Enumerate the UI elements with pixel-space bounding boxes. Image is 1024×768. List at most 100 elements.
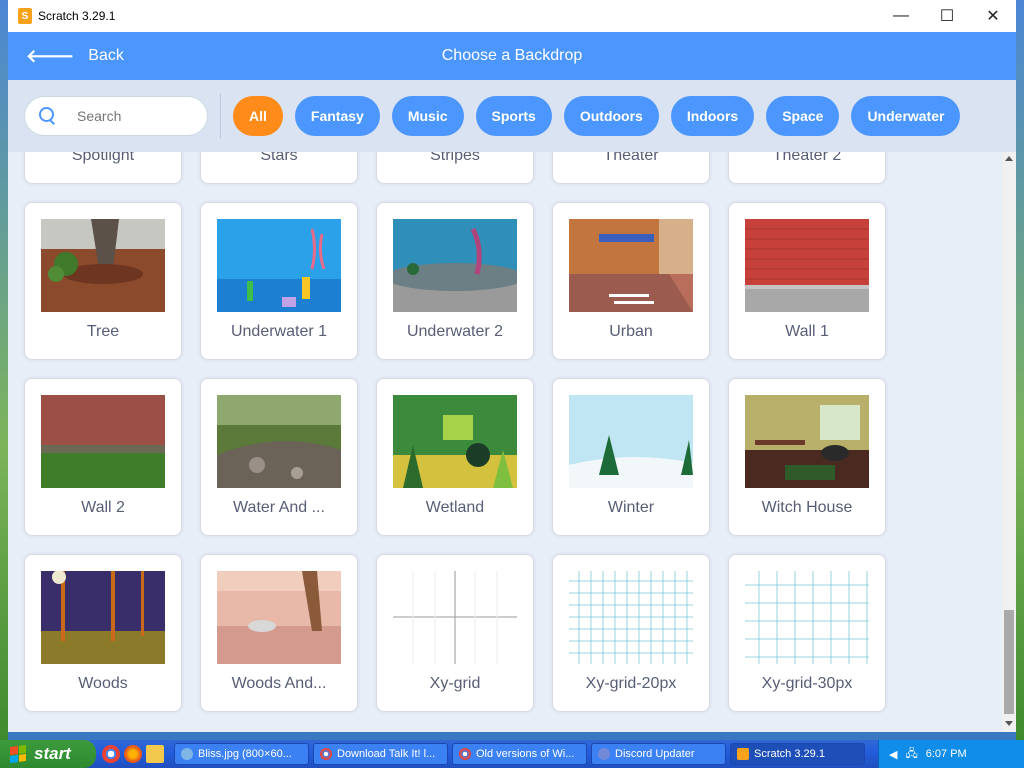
tag-underwater[interactable]: Underwater	[851, 96, 961, 136]
backdrop-card-underwater-2[interactable]: Underwater 2	[376, 202, 534, 360]
backdrop-thumbnail	[393, 571, 517, 664]
firefox-icon[interactable]	[124, 745, 142, 763]
backdrop-thumbnail	[393, 219, 517, 312]
backdrop-thumbnail	[745, 395, 869, 488]
backdrop-thumbnail	[41, 219, 165, 312]
backdrop-card-xy-grid-20px[interactable]: Xy-grid-20px	[552, 554, 710, 712]
window-title: Scratch 3.29.1	[38, 9, 116, 23]
task-label: Download Talk It! l...	[337, 748, 436, 760]
backdrop-thumbnail	[41, 395, 165, 488]
chrome-icon	[320, 748, 332, 760]
scratch-window: S Scratch 3.29.1 — ☐ ✕ 🡐 Back Choose a B…	[8, 0, 1016, 732]
backdrop-card-spotlight[interactable]: Spotlight	[24, 152, 182, 184]
backdrop-label: Urban	[609, 323, 653, 340]
library-title: Choose a Backdrop	[441, 47, 583, 64]
window-controls: — ☐ ✕	[878, 0, 1016, 32]
backdrop-card-water-and-rocks[interactable]: Water And ...	[200, 378, 358, 536]
tag-indoors[interactable]: Indoors	[670, 96, 755, 136]
backdrop-card-stripes[interactable]: Stripes	[376, 152, 534, 184]
backdrop-card-urban[interactable]: Urban	[552, 202, 710, 360]
backdrop-thumbnail	[41, 571, 165, 664]
search-input[interactable]	[77, 108, 187, 124]
start-label: start	[34, 744, 71, 763]
backdrop-thumbnail	[393, 395, 517, 488]
backdrop-card-wall-2[interactable]: Wall 2	[24, 378, 182, 536]
backdrop-card-witch-house[interactable]: Witch House	[728, 378, 886, 536]
back-button[interactable]: 🡐 Back	[8, 46, 124, 67]
tag-all[interactable]: All	[233, 96, 283, 136]
task-bliss[interactable]: Bliss.jpg (800×60...	[174, 743, 309, 765]
backdrop-card-tree[interactable]: Tree	[24, 202, 182, 360]
close-button[interactable]: ✕	[970, 0, 1016, 32]
backdrop-card-wetland[interactable]: Wetland	[376, 378, 534, 536]
backdrop-thumbnail	[217, 219, 341, 312]
backdrop-card-theater-2[interactable]: Theater 2	[728, 152, 886, 184]
task-discord-updater[interactable]: Discord Updater	[591, 743, 726, 765]
backdrop-label: Wall 2	[81, 499, 125, 516]
backdrop-card-xy-grid-30px[interactable]: Xy-grid-30px	[728, 554, 886, 712]
system-tray: ◀ 🖧 6:07 PM	[878, 740, 1024, 768]
tag-space[interactable]: Space	[766, 96, 840, 136]
scratch-icon	[737, 748, 749, 760]
backdrop-label: Xy-grid	[429, 675, 481, 692]
tag-sports[interactable]: Sports	[475, 96, 552, 136]
backdrop-label: Water And ...	[233, 499, 325, 516]
search-box[interactable]	[24, 96, 208, 136]
tag-music[interactable]: Music	[391, 96, 464, 136]
backdrop-card-woods[interactable]: Woods	[24, 554, 182, 712]
backdrop-card-underwater-1[interactable]: Underwater 1	[200, 202, 358, 360]
backdrop-card-stars[interactable]: Stars	[200, 152, 358, 184]
scroll-thumb[interactable]	[1004, 610, 1014, 714]
backdrop-label: Woods And...	[231, 675, 327, 692]
backdrop-card-wall-1[interactable]: Wall 1	[728, 202, 886, 360]
backdrop-card-winter[interactable]: Winter	[552, 378, 710, 536]
backdrop-label: Woods	[78, 675, 128, 692]
backdrop-card-xy-grid[interactable]: Xy-grid	[376, 554, 534, 712]
backdrop-label: Underwater 1	[230, 323, 328, 340]
task-download-talk-it[interactable]: Download Talk It! l...	[313, 743, 448, 765]
backdrop-card-woods-and-bench[interactable]: Woods And...	[200, 554, 358, 712]
start-button[interactable]: start	[0, 740, 96, 768]
minimize-button[interactable]: —	[878, 0, 924, 32]
scroll-up-icon[interactable]	[1005, 156, 1013, 161]
backdrop-thumbnail	[569, 571, 693, 664]
desktop-left-edge	[0, 0, 8, 740]
discord-icon	[598, 748, 610, 760]
task-old-versions[interactable]: Old versions of Wi...	[452, 743, 587, 765]
backdrop-label: Witch House	[761, 499, 853, 516]
back-label: Back	[88, 47, 124, 64]
backdrop-label: Stars	[260, 152, 298, 164]
scroll-down-icon[interactable]	[1005, 721, 1013, 726]
backdrop-thumbnail	[569, 219, 693, 312]
task-label: Old versions of Wi...	[476, 748, 575, 760]
search-icon	[39, 107, 57, 125]
backdrop-label: Theater	[603, 152, 659, 164]
backdrop-label: Wetland	[425, 499, 485, 516]
backdrop-label: Xy-grid-30px	[761, 675, 853, 692]
chrome-icon	[459, 748, 471, 760]
backdrop-thumbnail	[217, 395, 341, 488]
task-label: Scratch 3.29.1	[754, 748, 825, 760]
vertical-scrollbar[interactable]	[1002, 152, 1016, 732]
backdrop-card-theater[interactable]: Theater	[552, 152, 710, 184]
image-icon	[181, 748, 193, 760]
task-scratch[interactable]: Scratch 3.29.1	[730, 743, 865, 765]
quick-launch	[96, 745, 170, 763]
windows-flag-icon	[10, 744, 26, 764]
clock[interactable]: 6:07 PM	[926, 748, 967, 760]
filter-divider	[220, 94, 221, 138]
chrome-icon[interactable]	[102, 745, 120, 763]
title-bar: S Scratch 3.29.1 — ☐ ✕	[8, 0, 1016, 32]
backdrop-label: Wall 1	[785, 323, 829, 340]
tray-expand-icon[interactable]: ◀	[889, 748, 897, 761]
network-icon[interactable]: 🖧	[905, 745, 917, 764]
maximize-button[interactable]: ☐	[924, 0, 970, 32]
task-label: Bliss.jpg (800×60...	[198, 748, 292, 760]
tag-outdoors[interactable]: Outdoors	[563, 96, 659, 136]
backdrop-label: Xy-grid-20px	[585, 675, 677, 692]
tag-fantasy[interactable]: Fantasy	[294, 96, 380, 136]
folder-icon[interactable]	[146, 745, 164, 763]
taskbar: start Bliss.jpg (800×60... Download Talk…	[0, 740, 1024, 768]
backdrop-grid: Spotlight Stars Stripes Theater Theater …	[8, 152, 1002, 732]
backdrop-thumbnail	[745, 219, 869, 312]
